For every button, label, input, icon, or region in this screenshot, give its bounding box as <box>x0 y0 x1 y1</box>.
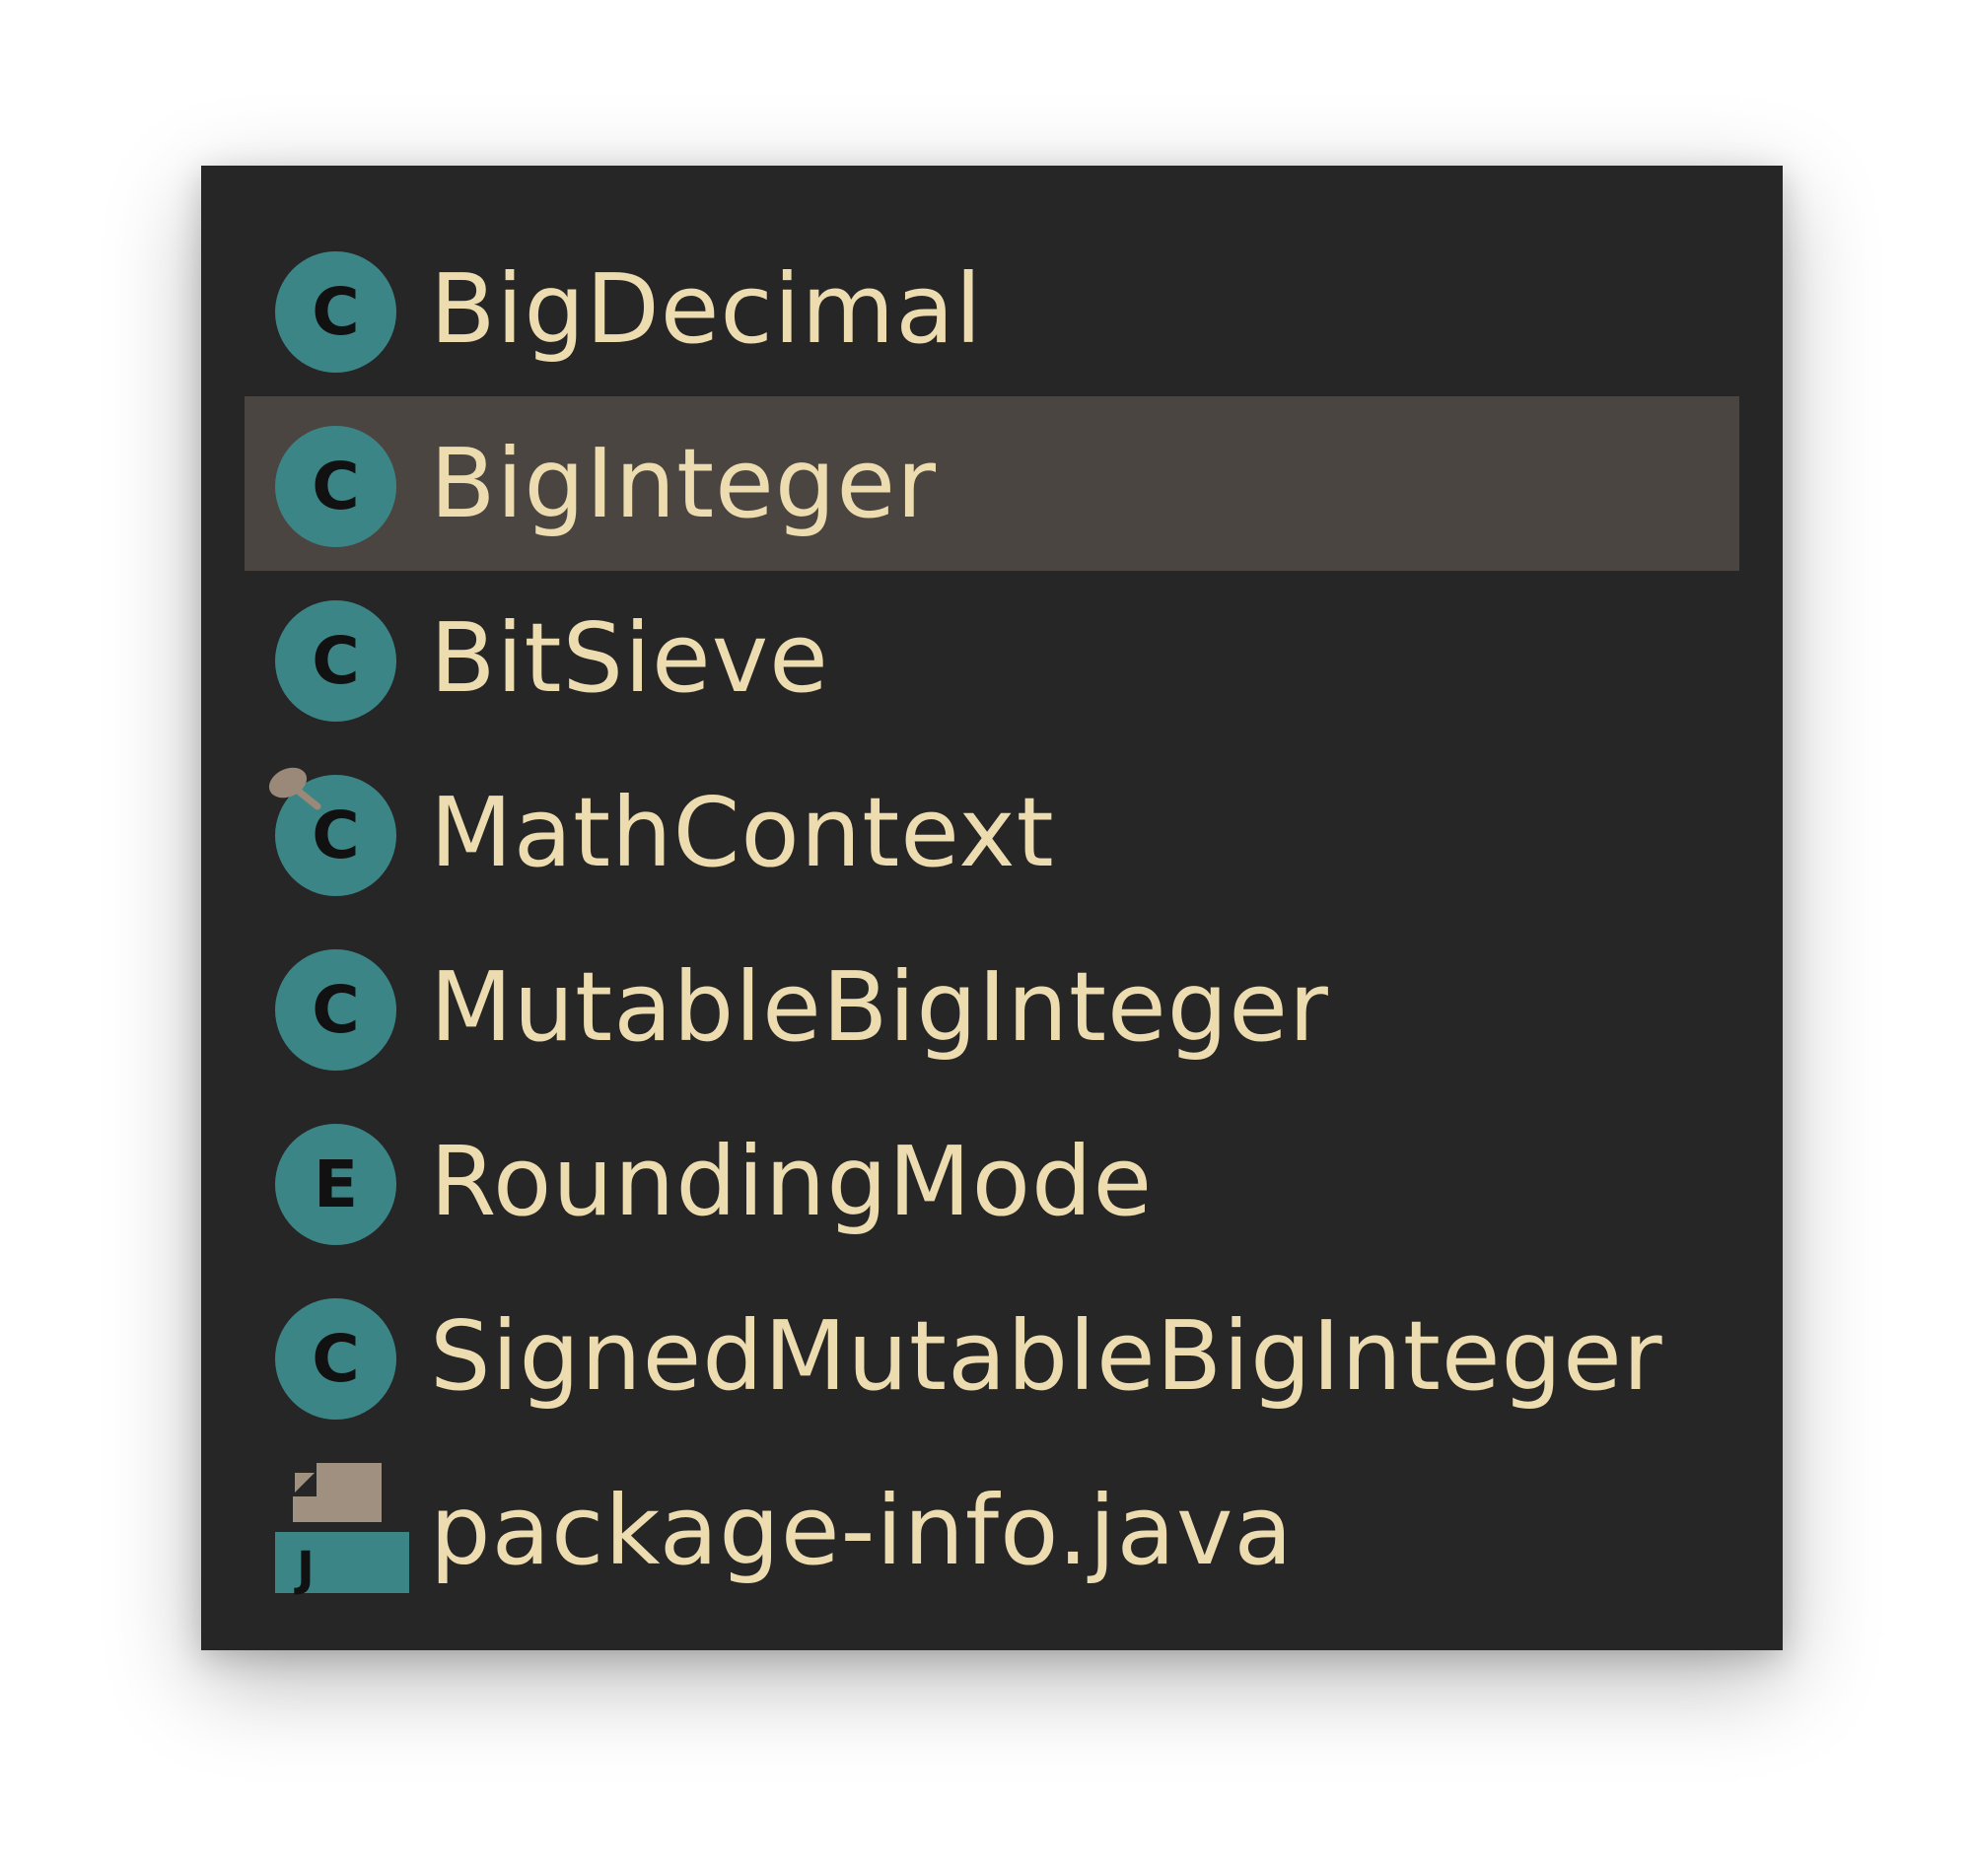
class-badge: C <box>275 426 396 547</box>
list-item-bitsieve[interactable]: C BitSieve <box>245 571 1739 745</box>
enum-icon: E <box>275 1124 396 1245</box>
class-badge: C <box>275 949 396 1071</box>
list-item-bigdecimal[interactable]: C BigDecimal <box>245 222 1739 396</box>
stage: C BigDecimal C BigInteger C BitSieve C M… <box>0 0 1972 1876</box>
list-item-label: BigInteger <box>430 428 937 539</box>
list-item-label: RoundingMode <box>430 1126 1154 1237</box>
list-item-label: SignedMutableBigInteger <box>430 1300 1663 1412</box>
list-item-label: BigDecimal <box>430 253 983 365</box>
list-item-mutablebiginteger[interactable]: C MutableBigInteger <box>245 920 1739 1094</box>
list-item-mathcontext[interactable]: C MathContext <box>245 745 1739 920</box>
class-badge: C <box>275 600 396 722</box>
list-item-roundingmode[interactable]: E RoundingMode <box>245 1094 1739 1269</box>
final-class-icon: C <box>268 767 396 896</box>
list-item-label: MutableBigInteger <box>430 951 1329 1063</box>
enum-badge: E <box>275 1124 396 1245</box>
class-badge: C <box>275 251 396 373</box>
list-item-signedmutablebiginteger[interactable]: C SignedMutableBigInteger <box>245 1269 1739 1443</box>
list-item-label: package-info.java <box>430 1475 1294 1586</box>
class-list-popup: C BigDecimal C BigInteger C BitSieve C M… <box>201 166 1783 1650</box>
class-icon: C <box>275 600 396 722</box>
list-item-package-info[interactable]: J package-info.java <box>245 1443 1739 1618</box>
class-badge: C <box>275 1298 396 1420</box>
list-item-biginteger[interactable]: C BigInteger <box>245 396 1739 571</box>
class-icon: C <box>275 251 396 373</box>
java-file-icon: J <box>275 1463 409 1597</box>
list-item-label: BitSieve <box>430 602 829 714</box>
list-item-label: MathContext <box>430 777 1055 888</box>
pin-icon <box>268 767 321 810</box>
class-icon: C <box>275 949 396 1071</box>
class-icon: C <box>275 426 396 547</box>
class-icon: C <box>275 1298 396 1420</box>
class-list: C BigDecimal C BigInteger C BitSieve C M… <box>201 222 1783 1618</box>
java-file-badge: J <box>294 1542 315 1597</box>
